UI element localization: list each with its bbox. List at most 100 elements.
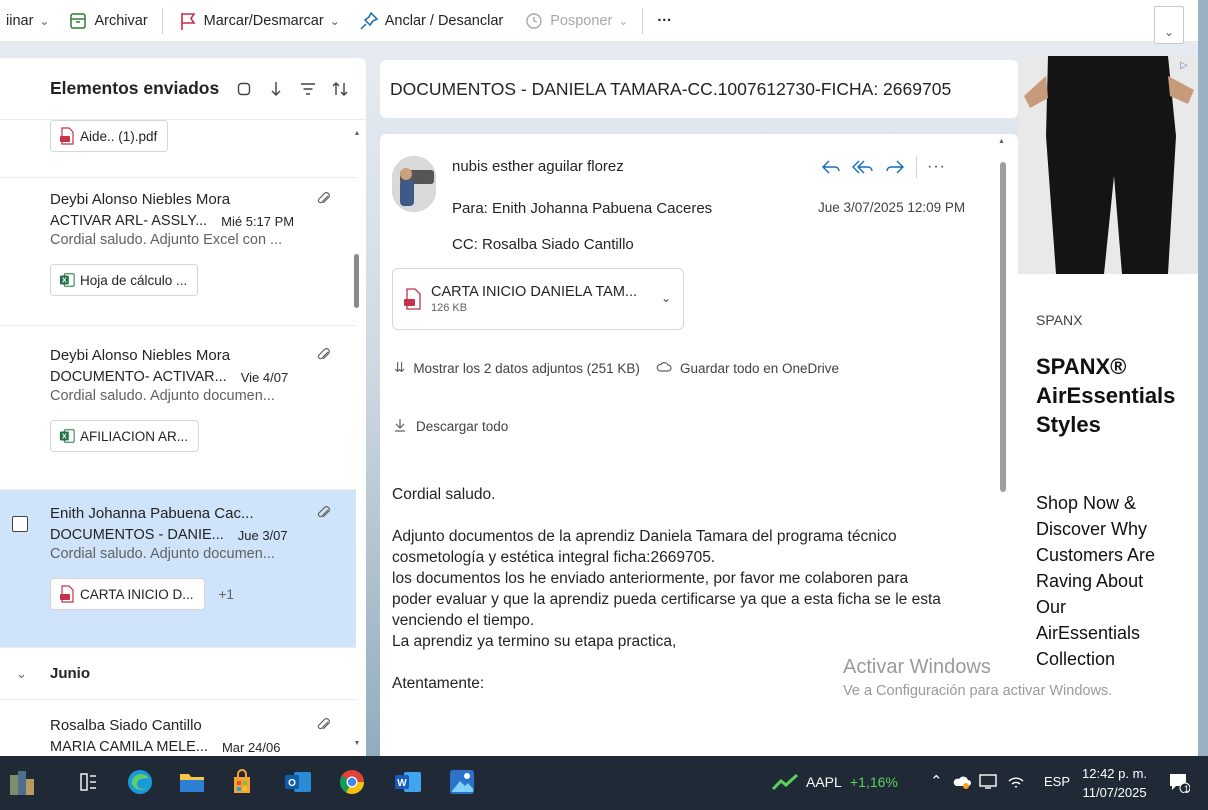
message-subject: MARIA CAMILA MELE...: [50, 739, 208, 755]
chevron-down-icon[interactable]: ⌄: [330, 14, 340, 28]
ad-desc-line: Discover Why: [1036, 519, 1148, 539]
chevron-up-icon[interactable]: ⌃: [930, 772, 943, 790]
message-subject: ACTIVAR ARL- ASSLY...: [50, 213, 208, 229]
pdf-file-icon: [59, 127, 75, 145]
flag-button[interactable]: Marcar/Desmarcar ⌄: [171, 0, 346, 42]
save-to-onedrive-link[interactable]: Guardar todo en OneDrive: [680, 361, 839, 376]
attachment-chip[interactable]: X AFILIACION AR...: [50, 420, 200, 452]
attachment-card[interactable]: CARTA INICIO DANIELA TAM... 126 KB ⌄: [392, 268, 684, 330]
input-language[interactable]: ESP: [1044, 774, 1070, 789]
file-explorer-icon[interactable]: [176, 766, 208, 798]
ad-title[interactable]: SPANX® AirEssentials Styles: [1036, 352, 1196, 439]
wifi-icon[interactable]: [1004, 766, 1028, 798]
recipient-to[interactable]: Para: Enith Johanna Pabuena Caceres: [452, 200, 712, 217]
chevron-down-icon[interactable]: ⌄: [39, 14, 49, 28]
sender-name: Enith Johanna Pabuena Cac...: [50, 504, 254, 522]
list-item[interactable]: Rosalba Siado Cantillo MARIA CAMILA MELE…: [0, 700, 356, 756]
pdf-file-icon: [59, 585, 75, 603]
sort-icon[interactable]: [328, 77, 352, 101]
list-item[interactable]: Aide.. (1).pdf: [0, 120, 356, 178]
ad-brand[interactable]: SPANX: [1036, 312, 1082, 328]
reply-all-icon[interactable]: [850, 154, 876, 180]
microsoft-store-icon[interactable]: [226, 766, 258, 798]
message-list-scrollbar[interactable]: ▲ ▼: [352, 120, 362, 756]
ad-desc-line: AirEssentials: [1036, 623, 1141, 643]
jump-down-icon[interactable]: [264, 77, 288, 101]
chevron-down-icon[interactable]: ⌄: [618, 14, 628, 28]
display-icon[interactable]: [976, 766, 1000, 798]
svg-text:X: X: [62, 433, 67, 441]
sender-name: Deybi Alonso Niebles Mora: [50, 346, 231, 364]
body-line: La aprendiz ya termino su etapa practica…: [392, 633, 677, 650]
archive-button[interactable]: Archivar: [61, 0, 153, 42]
snooze-button[interactable]: Posponer ⌄: [517, 0, 634, 42]
ad-description[interactable]: Shop Now & Discover Why Customers Are Ra…: [1036, 490, 1196, 672]
list-item[interactable]: Deybi Alonso Niebles Mora DOCUMENTO- ACT…: [0, 326, 356, 490]
start-widget-icon[interactable]: [6, 766, 38, 798]
sender-name[interactable]: nubis esther aguilar florez: [452, 158, 624, 175]
pdf-file-icon: [403, 288, 421, 310]
window-edge: [1198, 0, 1208, 810]
reading-pane-scrollbar[interactable]: ▲: [997, 134, 1009, 756]
attachment-chip[interactable]: CARTA INICIO D...: [50, 578, 205, 610]
chevron-down-icon[interactable]: ⌄: [661, 291, 671, 305]
toolbar-divider: [161, 7, 163, 34]
recipient-cc[interactable]: CC: Rosalba Siado Cantillo: [452, 236, 634, 253]
flag-icon: [177, 10, 199, 32]
message-date: Mié 5:17 PM: [221, 213, 295, 229]
delete-label: iinar: [6, 12, 34, 29]
filter-icon[interactable]: [296, 77, 320, 101]
pin-icon: [358, 10, 380, 32]
notifications-icon[interactable]: 1: [1164, 766, 1194, 798]
message-list-pane: Elementos enviados Aide.. (1).pdf Deybi …: [0, 58, 366, 756]
stock-symbol[interactable]: AAPL: [806, 774, 842, 790]
forward-icon[interactable]: [882, 154, 908, 180]
task-view-icon[interactable]: [72, 766, 104, 798]
select-mode-icon[interactable]: [232, 77, 256, 101]
word-icon[interactable]: W: [392, 766, 424, 798]
ribbon-expand-dropdown[interactable]: ⌄: [1154, 6, 1184, 44]
ad-title-line: SPANX®: [1036, 354, 1127, 379]
reply-icon[interactable]: [818, 154, 844, 180]
excel-file-icon: X: [59, 427, 75, 445]
attachment-chip[interactable]: Aide.. (1).pdf: [50, 120, 169, 152]
email-date: Jue 3/07/2025 12:09 PM: [818, 200, 966, 215]
more-actions-icon[interactable]: ···: [927, 158, 946, 176]
list-item-selected[interactable]: Enith Johanna Pabuena Cac... DOCUMENTOS …: [0, 490, 356, 648]
more-attachments-count[interactable]: +1: [219, 587, 234, 602]
ad-choices-icon[interactable]: ▷: [1180, 60, 1192, 72]
svg-text:X: X: [62, 277, 67, 285]
scrollbar-thumb[interactable]: [1000, 162, 1006, 492]
photos-icon[interactable]: [446, 766, 478, 798]
outlook-icon[interactable]: O: [282, 766, 314, 798]
download-icon: [394, 418, 406, 435]
chrome-icon[interactable]: [336, 766, 368, 798]
month-group-header[interactable]: ⌄ Junio: [0, 648, 356, 700]
scroll-up-arrow-icon[interactable]: ▲: [998, 138, 1005, 145]
onedrive-icon[interactable]: [950, 766, 974, 798]
stock-trend-icon[interactable]: [770, 766, 800, 798]
avatar[interactable]: [392, 156, 436, 212]
list-item[interactable]: Deybi Alonso Niebles Mora ACTIVAR ARL- A…: [0, 178, 356, 326]
stock-change[interactable]: +1,16%: [850, 774, 898, 790]
archive-icon: [67, 10, 89, 32]
taskbar-clock[interactable]: 12:42 p. m. 11/07/2025: [1082, 764, 1147, 802]
message-date: Jue 3/07: [237, 527, 288, 543]
edge-browser-icon[interactable]: [124, 766, 156, 798]
download-all-button[interactable]: Descargar todo: [394, 418, 508, 435]
message-checkbox[interactable]: [12, 516, 28, 532]
ad-product-image[interactable]: ▷: [1018, 56, 1198, 274]
scroll-up-arrow-icon[interactable]: ▲: [352, 130, 362, 137]
advertisement-pane[interactable]: ▷ SPANX SPANX® AirEssentials Styles Shop…: [1018, 56, 1198, 756]
show-all-attachments-link[interactable]: Mostrar los 2 datos adjuntos (251 KB): [413, 361, 640, 376]
scrollbar-thumb[interactable]: [354, 254, 359, 308]
attachment-chip[interactable]: X Hoja de cálculo ...: [50, 264, 199, 296]
pin-button[interactable]: Anclar / Desanclar: [352, 0, 509, 42]
scroll-down-arrow-icon[interactable]: ▼: [352, 740, 362, 747]
flag-label: Marcar/Desmarcar: [203, 12, 324, 29]
message-date: Mar 24/06: [221, 739, 281, 755]
ad-title-line: Styles: [1036, 412, 1101, 437]
more-options-button[interactable]: ···: [651, 0, 678, 42]
delete-button[interactable]: iinar ⌄: [0, 0, 55, 42]
chevron-down-icon: ⌄: [1163, 25, 1175, 39]
